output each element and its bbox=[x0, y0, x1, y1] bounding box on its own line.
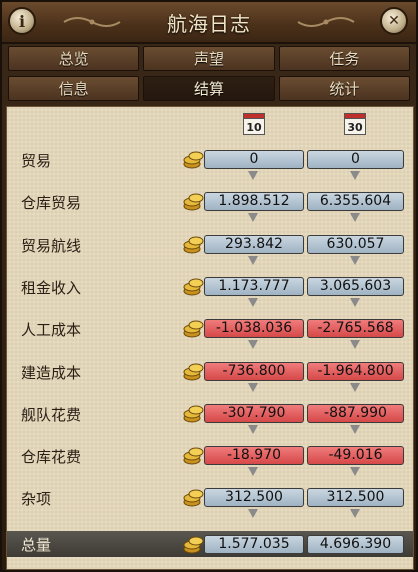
row-label: 贸易航线 bbox=[21, 237, 82, 255]
logbook-window: i 航海日志 ✕ 总览 声望 任务 信息 结算 统计 10 30 贸易 0 0 仓库贸… bbox=[0, 0, 418, 572]
value-10-days: 0 bbox=[204, 150, 304, 169]
down-arrow-icon bbox=[350, 340, 360, 349]
ledger-row: 杂项 312.500 312.500 bbox=[7, 487, 413, 518]
value-30-days: 3.065.603 bbox=[307, 277, 404, 296]
ledger-row: 仓库贸易 1.898.512 6.355.604 bbox=[7, 191, 413, 222]
value-10-days: 293.842 bbox=[204, 235, 304, 254]
close-button[interactable]: ✕ bbox=[380, 7, 408, 35]
close-icon: ✕ bbox=[388, 13, 400, 29]
value-30-days: -1.964.800 bbox=[307, 362, 404, 381]
down-arrow-icon bbox=[248, 467, 258, 476]
total-value-10-days: 1.577.035 bbox=[204, 535, 304, 554]
down-arrow-icon bbox=[350, 509, 360, 518]
value-30-days: 6.355.604 bbox=[307, 192, 404, 211]
row-label: 租金收入 bbox=[21, 279, 82, 297]
down-arrow-icon bbox=[350, 467, 360, 476]
value-10-days: -736.800 bbox=[204, 362, 304, 381]
tab-settlement[interactable]: 结算 bbox=[143, 76, 275, 101]
gold-coins-icon bbox=[183, 447, 204, 465]
row-label: 人工成本 bbox=[21, 321, 82, 339]
value-30-days: 312.500 bbox=[307, 488, 404, 507]
gold-coins-icon bbox=[183, 320, 204, 338]
row-label: 仓库贸易 bbox=[21, 194, 82, 212]
row-label: 仓库花费 bbox=[21, 448, 82, 466]
value-30-days: -49.016 bbox=[307, 446, 404, 465]
row-label: 杂项 bbox=[21, 490, 52, 508]
down-arrow-icon bbox=[350, 213, 360, 222]
gold-coins-icon bbox=[183, 193, 204, 211]
value-10-days: 1.898.512 bbox=[204, 192, 304, 211]
down-arrow-icon bbox=[248, 298, 258, 307]
ledger-row: 贸易航线 293.842 630.057 bbox=[7, 234, 413, 265]
tab-bar: 总览 声望 任务 信息 结算 统计 bbox=[8, 46, 410, 102]
tab-missions[interactable]: 任务 bbox=[278, 46, 410, 71]
gold-coins-icon bbox=[183, 236, 204, 254]
value-30-days: -2.765.568 bbox=[307, 319, 404, 338]
down-arrow-icon bbox=[248, 171, 258, 180]
period-label: 10 bbox=[246, 121, 262, 134]
down-arrow-icon bbox=[350, 425, 360, 434]
row-label: 贸易 bbox=[21, 152, 52, 170]
settlement-panel: 10 30 贸易 0 0 仓库贸易 1.898.512 6.355.604 贸易航线 293.… bbox=[6, 106, 414, 570]
value-10-days: -307.790 bbox=[204, 404, 304, 423]
gold-coins-icon bbox=[183, 405, 204, 423]
down-arrow-icon bbox=[248, 340, 258, 349]
gold-coins-icon bbox=[183, 489, 204, 507]
down-arrow-icon bbox=[248, 213, 258, 222]
ledger-row: 人工成本 -1.038.036 -2.765.568 bbox=[7, 318, 413, 349]
gold-coins-icon bbox=[183, 278, 204, 296]
row-label: 舰队花费 bbox=[21, 406, 82, 424]
ledger-row: 租金收入 1.173.777 3.065.603 bbox=[7, 276, 413, 307]
period-label: 30 bbox=[347, 121, 363, 134]
ledger-row: 舰队花费 -307.790 -887.990 bbox=[7, 403, 413, 434]
tab-statistics[interactable]: 统计 bbox=[278, 76, 410, 101]
value-30-days: -887.990 bbox=[307, 404, 404, 423]
down-arrow-icon bbox=[248, 383, 258, 392]
total-row: 总量 1.577.035 4.696.390 bbox=[7, 531, 413, 557]
tab-overview[interactable]: 总览 bbox=[8, 46, 140, 71]
down-arrow-icon bbox=[350, 298, 360, 307]
value-30-days: 0 bbox=[307, 150, 404, 169]
tab-reputation[interactable]: 声望 bbox=[143, 46, 275, 71]
gold-coins-icon bbox=[183, 151, 204, 169]
value-10-days: -18.970 bbox=[204, 446, 304, 465]
tab-info[interactable]: 信息 bbox=[8, 76, 140, 101]
down-arrow-icon bbox=[248, 509, 258, 518]
ledger-row: 贸易 0 0 bbox=[7, 149, 413, 180]
down-arrow-icon bbox=[350, 383, 360, 392]
ornament-right-icon bbox=[297, 17, 355, 27]
ledger-row: 仓库花费 -18.970 -49.016 bbox=[7, 445, 413, 476]
gold-coins-icon bbox=[183, 363, 204, 381]
down-arrow-icon bbox=[248, 425, 258, 434]
value-30-days: 630.057 bbox=[307, 235, 404, 254]
calendar-10-days-icon: 10 bbox=[243, 113, 265, 135]
value-10-days: 312.500 bbox=[204, 488, 304, 507]
calendar-30-days-icon: 30 bbox=[344, 113, 366, 135]
total-value-30-days: 4.696.390 bbox=[307, 535, 404, 554]
gold-coins-icon bbox=[183, 536, 204, 554]
value-10-days: -1.038.036 bbox=[204, 319, 304, 338]
title-bar: i 航海日志 ✕ bbox=[2, 2, 416, 44]
row-label: 建造成本 bbox=[21, 364, 82, 382]
ledger-row: 建造成本 -736.800 -1.964.800 bbox=[7, 361, 413, 392]
total-label: 总量 bbox=[21, 536, 52, 554]
down-arrow-icon bbox=[350, 256, 360, 265]
down-arrow-icon bbox=[248, 256, 258, 265]
down-arrow-icon bbox=[350, 171, 360, 180]
value-10-days: 1.173.777 bbox=[204, 277, 304, 296]
